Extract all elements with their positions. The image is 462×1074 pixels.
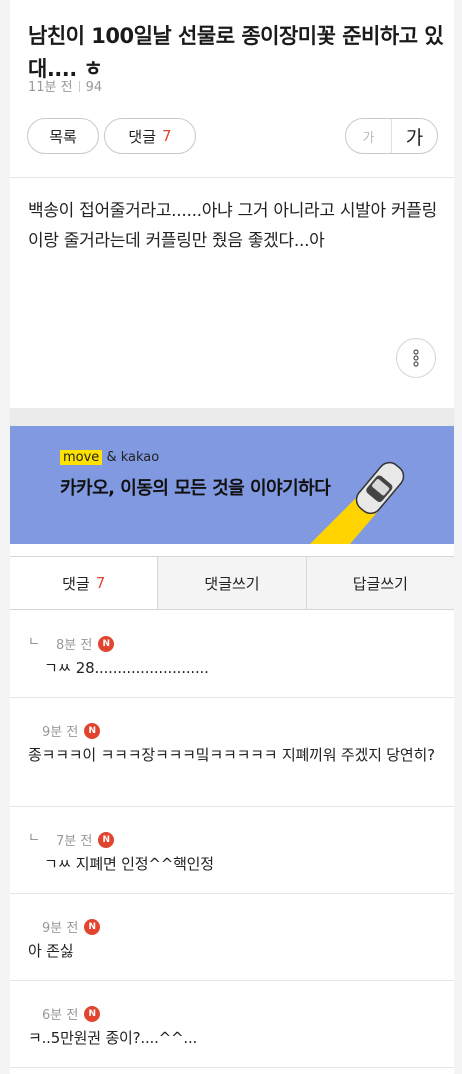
section-divider — [10, 408, 454, 426]
post-views: 94 — [85, 80, 103, 95]
page: 남친이 100일날 선물로 종이장미꽃 준비하고 있대.... ㅎ 11분 전9… — [10, 0, 454, 1074]
tab-write-comment-label: 댓글쓰기 — [204, 574, 260, 593]
comment-item: ㄴ 8분 전 N ㄱㅆ 28......................... — [10, 611, 454, 698]
post-header: 남친이 100일날 선물로 종이장미꽃 준비하고 있대.... ㅎ 11분 전9… — [10, 0, 454, 178]
font-size-toggle: 가 가 — [345, 118, 438, 154]
comment-item: ㄴ 7분 전 N ㄱㅆ 지폐면 인정^^핵인정 — [10, 807, 454, 894]
tab-comments-count: 7 — [95, 574, 106, 592]
comment-text: ㄱㅆ 28......................... — [44, 659, 209, 677]
comment-tabs: 댓글 7 댓글쓰기 답글쓰기 — [10, 556, 454, 610]
ad-banner[interactable]: move & kakao 카카오, 이동의 모든 것을 이야기하다 — [10, 426, 454, 544]
post-meta: 11분 전 94 — [28, 76, 102, 95]
tab-write-reply-label: 답글쓰기 — [352, 574, 408, 593]
tab-comments[interactable]: 댓글 7 — [10, 557, 158, 609]
comment-text: 아 존싫 — [28, 942, 74, 960]
banner-headline: 카카오, 이동의 모든 것을 이야기하다 — [60, 478, 331, 499]
list-button-label: 목록 — [49, 127, 77, 146]
comment-text: 종ㅋㅋㅋ이 ㅋㅋㅋ장ㅋㅋㅋ밐ㅋㅋㅋㅋㅋ 지폐끼워 주겠지 당연히? — [28, 746, 435, 764]
comment-item: 9분 전 N 아 존싫 — [10, 894, 454, 981]
new-badge: N — [84, 918, 101, 935]
comment-time: 9분 전 — [42, 921, 79, 936]
tab-comments-label: 댓글 — [62, 574, 90, 593]
comment-time: 9분 전 — [42, 725, 79, 740]
meta-divider — [78, 81, 80, 92]
list-button[interactable]: 목록 — [27, 118, 99, 154]
tab-write-comment[interactable]: 댓글쓰기 — [157, 557, 305, 609]
new-badge: N — [98, 831, 115, 848]
tab-write-reply[interactable]: 답글쓰기 — [305, 557, 454, 609]
post-time: 11분 전 — [28, 80, 73, 95]
comment-meta: 9분 전 N — [42, 917, 101, 936]
vertical-dots-icon — [413, 349, 419, 367]
new-badge: N — [98, 635, 115, 652]
font-large-button[interactable]: 가 — [392, 119, 437, 153]
more-options-button[interactable] — [396, 338, 436, 378]
reply-indicator-icon: ㄴ — [28, 635, 40, 650]
comment-count: 7 — [162, 127, 172, 145]
reply-indicator-icon: ㄴ — [28, 831, 40, 846]
comment-item: 9분 전 N 종ㅋㅋㅋ이 ㅋㅋㅋ장ㅋㅋㅋ밐ㅋㅋㅋㅋㅋ 지폐끼워 주겠지 당연히? — [10, 698, 454, 807]
comment-text: ㅋ..5만원권 종이?....^^... — [28, 1029, 198, 1047]
comment-button-label: 댓글 — [128, 127, 157, 146]
comment-time: 6분 전 — [42, 1008, 79, 1023]
comment-meta: 9분 전 N — [42, 721, 101, 740]
banner-brand: move & kakao — [60, 450, 159, 465]
comment-item: 6분 전 N ㅋ..5만원권 종이?....^^... — [10, 981, 454, 1068]
font-small-button[interactable]: 가 — [346, 119, 392, 153]
post-body: 백송이 접어줄거라고......아냐 그거 아니라고 시발아 커플링이랑 줄거라… — [28, 201, 437, 251]
new-badge: N — [84, 1005, 101, 1022]
comment-time: 7분 전 — [56, 834, 93, 849]
comment-meta: 6분 전 N — [42, 1004, 101, 1023]
banner-brand-move: move — [60, 450, 103, 465]
comment-meta: 7분 전 N — [56, 830, 115, 849]
comment-text: ㄱㅆ 지폐면 인정^^핵인정 — [44, 855, 214, 873]
comment-meta: 8분 전 N — [56, 634, 115, 653]
banner-brand-rest: & kakao — [102, 450, 160, 465]
comment-button[interactable]: 댓글 7 — [104, 118, 196, 154]
comment-time: 8분 전 — [56, 638, 93, 653]
new-badge: N — [84, 722, 101, 739]
